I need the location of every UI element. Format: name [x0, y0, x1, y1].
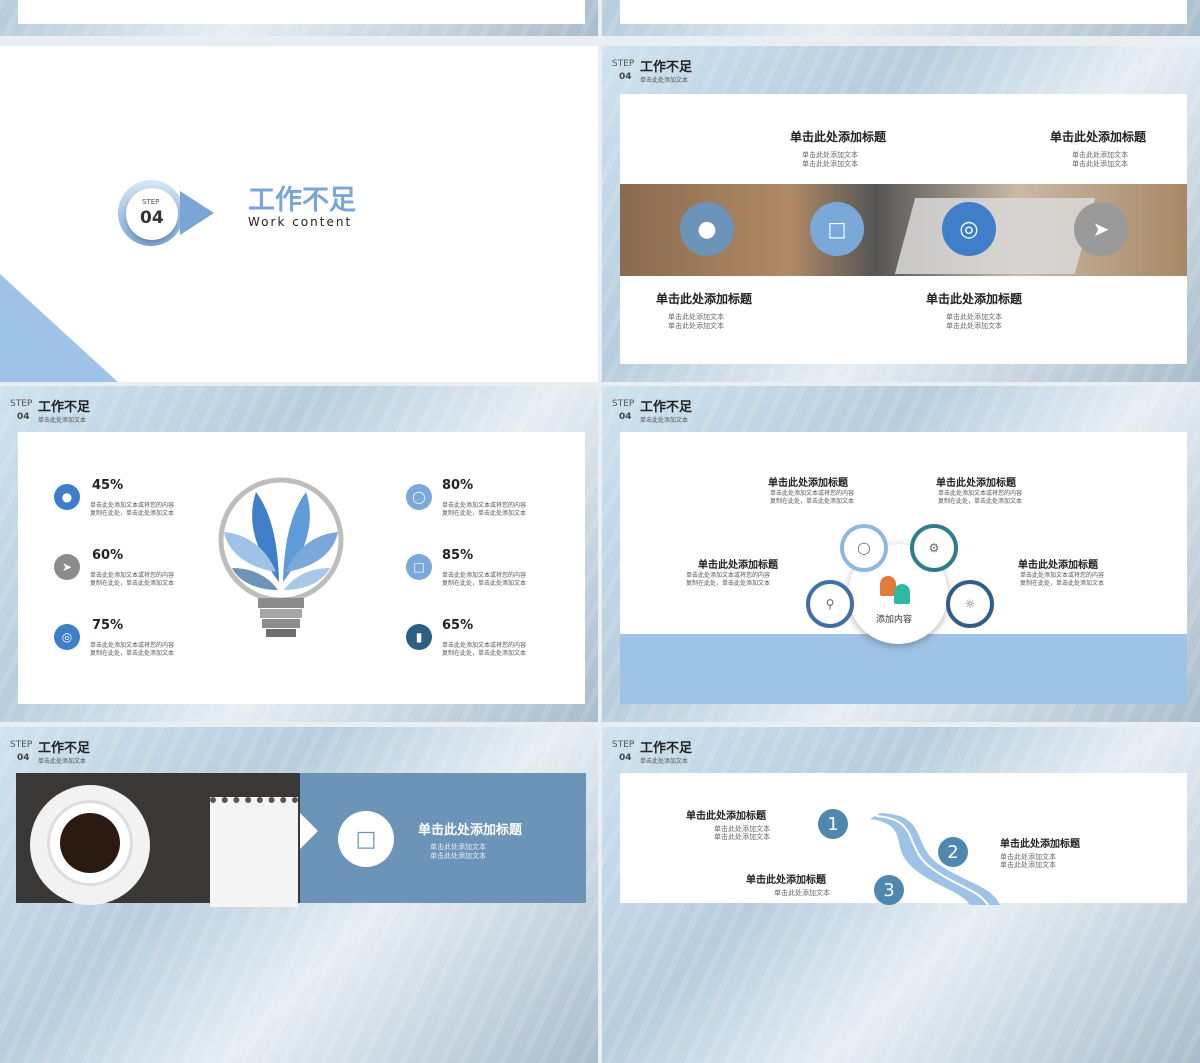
slide-road[interactable]: STEP 04 工作不足 单击此处添加文本 1 2 3 单击此处添加标题 单击此处添…: [602, 727, 1200, 1063]
stat-percent: 45%: [92, 478, 124, 493]
content-card: 单击此处添加标题 单击此处添加文本或将您的内容 复制在此处，单击此处添加文本 单…: [620, 432, 1187, 704]
item-title: 单击此处添加标题: [746, 875, 826, 886]
item-title: 单击此处添加标题: [936, 478, 1016, 489]
stat-percent: 65%: [442, 618, 474, 633]
badge-step: STEP: [142, 198, 160, 206]
chat-icon[interactable]: □: [810, 202, 864, 256]
item-text: 单击此处添加文本: [668, 313, 724, 321]
slide-cover[interactable]: STEP 04 工作不足 Work content: [0, 46, 598, 382]
item-text: 复制在此处，单击此处添加文本: [1020, 580, 1105, 587]
panel-text: 单击此处添加文本: [430, 852, 486, 860]
stat-text: 单击此处添加文本或将您的内容: [442, 572, 527, 579]
item-text: 单击此处添加文本或将您的内容: [686, 572, 771, 579]
item-text: 单击此处添加文本: [714, 833, 770, 841]
coffee: [60, 813, 120, 873]
stat-text: 复制在此处，单击此处添加文本: [442, 580, 527, 587]
item-title: 单击此处添加标题: [1050, 130, 1147, 144]
stat-text: 单击此处添加文本或将您的内容: [442, 502, 527, 509]
paper-plane-icon: ➤: [54, 554, 80, 580]
stat-text: 单击此处添加文本或将您的内容: [442, 642, 527, 649]
bottom-band: [620, 634, 1187, 704]
search-icon[interactable]: ⚲: [806, 580, 854, 628]
book-icon: ▮: [406, 624, 432, 650]
item-title: 单击此处添加标题: [1000, 839, 1080, 850]
badge-num: 04: [140, 208, 164, 228]
stat-text: 复制在此处，单击此处添加文本: [442, 510, 527, 517]
item-text: 复制在此处，单击此处添加文本: [938, 498, 1023, 505]
center-label: 添加内容: [876, 615, 913, 625]
item-title: 单击此处添加标题: [1018, 560, 1098, 571]
lightbulb-illustration: [218, 477, 344, 637]
notepad: [210, 797, 298, 907]
coffee-photo: [16, 773, 300, 907]
item-text: 单击此处添加文本: [802, 151, 858, 159]
stat-percent: 60%: [92, 548, 124, 563]
user-icon: ●: [54, 484, 80, 510]
item-title: 单击此处添加标题: [686, 811, 766, 822]
stat-text: 单击此处添加文本或将您的内容: [90, 572, 175, 579]
step-badge: STEP 04: [126, 188, 178, 240]
stat-percent: 80%: [442, 478, 474, 493]
chat-icon[interactable]: □: [338, 811, 394, 867]
item-title: 单击此处添加标题: [656, 292, 753, 306]
lightbulb-icon[interactable]: ◯: [840, 524, 888, 572]
item-text: 复制在此处，单击此处添加文本: [686, 580, 771, 587]
corner-triangle: [0, 274, 120, 382]
item-text: 复制在此处，单击此处添加文本: [770, 498, 855, 505]
head-icon: [894, 584, 910, 604]
item-title: 单击此处添加标题: [926, 292, 1023, 306]
stat-percent: 85%: [442, 548, 474, 563]
panel-text: 单击此处添加文本: [430, 843, 486, 851]
item-text: 单击此处添加文本或将您的内容: [938, 490, 1023, 497]
slide-cycle[interactable]: STEP 04 工作不足 单击此处添加文本 单击此处添加标题 单击此处添加文本或将您…: [602, 386, 1200, 722]
globe-icon: ◎: [54, 624, 80, 650]
text-panel: □ 单击此处添加标题 单击此处添加文本 单击此处添加文本: [300, 773, 586, 903]
arrow-icon: [180, 191, 214, 235]
globe-icon[interactable]: ◎: [942, 202, 996, 256]
paper-plane-icon[interactable]: ➤: [1074, 202, 1128, 256]
step-2-badge: 2: [938, 837, 968, 867]
content-card: 单击此处添加标题 单击此处添加文本 单击此处添加文本 单击此处添加标题 单击此处…: [620, 94, 1187, 364]
stat-text: 单击此处添加文本或将您的内容: [90, 642, 175, 649]
item-title: 单击此处添加标题: [768, 478, 848, 489]
item-title: 单击此处添加标题: [698, 560, 778, 571]
item-text: 单击此处添加文本或将您的内容: [1020, 572, 1105, 579]
stat-text: 复制在此处，单击此处添加文本: [442, 650, 527, 657]
compass-icon[interactable]: ☼: [946, 580, 994, 628]
user-icon[interactable]: ●: [680, 202, 734, 256]
stat-text: 复制在此处，单击此处添加文本: [90, 580, 175, 587]
step-3-badge: 3: [874, 875, 904, 905]
item-text: 单击此处添加文本: [946, 313, 1002, 321]
cover-subtitle: Work content: [248, 215, 353, 229]
chat-icon: □: [406, 554, 432, 580]
stat-text: 复制在此处，单击此处添加文本: [90, 650, 175, 657]
stat-text: 复制在此处，单击此处添加文本: [90, 510, 175, 517]
content-card: ● 45% 单击此处添加文本或将您的内容 复制在此处，单击此处添加文本 ➤ 60…: [18, 432, 585, 704]
content-card: 1 2 3 单击此处添加标题 单击此处添加文本 单击此处添加文本 单击此处添加标…: [620, 773, 1187, 905]
gear-icon[interactable]: ⚙: [910, 524, 958, 572]
slide-bulb-stats[interactable]: STEP 04 工作不足 单击此处添加文本 ● 45% 单击此处添加文本或将您的内容…: [0, 386, 598, 722]
slide-icons-photo[interactable]: STEP 04 工作不足 单击此处添加文本 单击此处添加标题 单击此处添加文本 单击…: [602, 46, 1200, 382]
item-title: 单击此处添加标题: [790, 130, 887, 144]
item-text: 单击此处添加文本或将您的内容: [770, 490, 855, 497]
item-text: 单击此处添加文本: [946, 322, 1002, 330]
item-text: 单击此处添加文本: [802, 160, 858, 168]
stat-percent: 75%: [92, 618, 124, 633]
slide-partial-top-left[interactable]: [0, 0, 598, 36]
item-text: 单击此处添加文本: [1072, 160, 1128, 168]
life-ring-icon: ◯: [406, 484, 432, 510]
slide-coffee[interactable]: STEP 04 工作不足 单击此处添加文本 □ 单击此处添加标题 单击此处添加文本 …: [0, 727, 598, 1063]
slide-partial-top-right[interactable]: [602, 0, 1200, 36]
step-1-badge: 1: [818, 809, 848, 839]
panel-arrow: [300, 813, 318, 849]
item-text: 单击此处添加文本: [668, 322, 724, 330]
stat-text: 单击此处添加文本或将您的内容: [90, 502, 175, 509]
road-illustration: [870, 813, 1000, 905]
item-text: 单击此处添加文本: [1000, 861, 1056, 869]
panel-title: 单击此处添加标题: [418, 823, 523, 838]
cover-title: 工作不足: [248, 185, 356, 216]
item-text: 单击此处添加文本: [1072, 151, 1128, 159]
item-text: 单击此处添加文本: [774, 889, 830, 897]
